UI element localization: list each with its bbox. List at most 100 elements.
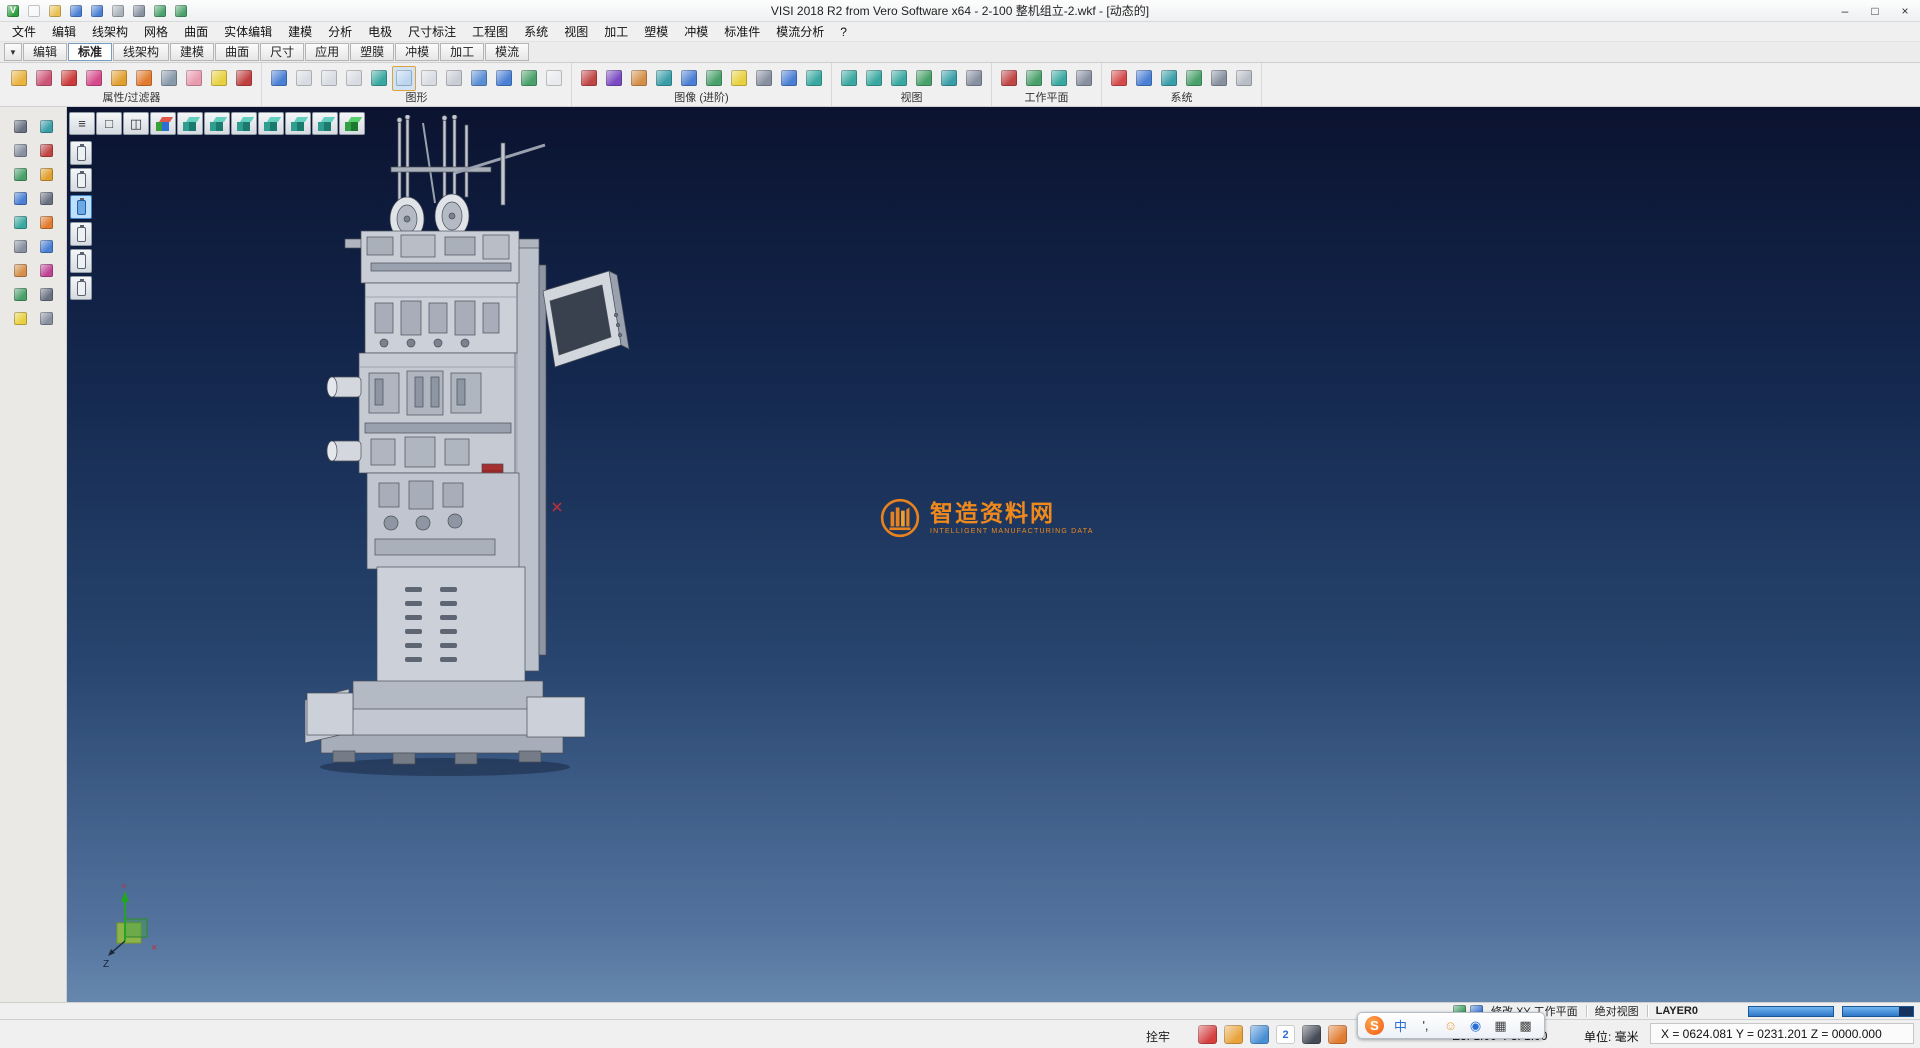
workplane-view-button[interactable]	[1047, 66, 1071, 91]
render-modes-button[interactable]	[602, 66, 626, 91]
settings-tool-button[interactable]	[34, 307, 58, 329]
light-button[interactable]	[727, 66, 751, 91]
material-sphere-button[interactable]	[1232, 66, 1256, 91]
cylinder-2-button[interactable]	[317, 66, 341, 91]
zoom-grid-button[interactable]	[887, 66, 911, 91]
ribbon-tab[interactable]: 尺寸	[260, 43, 304, 61]
palette-button[interactable]	[627, 66, 651, 91]
menu-item[interactable]: 实体编辑	[216, 22, 280, 42]
undo-button[interactable]	[151, 3, 169, 19]
maximize-button[interactable]: □	[1860, 0, 1890, 21]
settings-cube-button[interactable]	[1107, 66, 1131, 91]
compass-tool-button[interactable]	[34, 187, 58, 209]
shadow-button[interactable]	[752, 66, 776, 91]
cylinder-button[interactable]	[292, 66, 316, 91]
type-filter-button[interactable]	[132, 66, 156, 91]
menu-item[interactable]: 视图	[556, 22, 596, 42]
notebook-button[interactable]	[8, 259, 32, 281]
visi-logo[interactable]: V	[4, 3, 22, 19]
menu-item[interactable]: 模流分析	[768, 22, 832, 42]
tray-update-icon[interactable]	[1224, 1025, 1243, 1044]
display-mode-5-button[interactable]	[70, 249, 92, 273]
menu-item[interactable]: 工程图	[464, 22, 516, 42]
globe-button[interactable]	[1157, 66, 1181, 91]
camera-button[interactable]	[652, 66, 676, 91]
ime-mic-button[interactable]: ◉	[1464, 1015, 1487, 1036]
menu-item[interactable]: 曲面	[176, 22, 216, 42]
torus-button[interactable]	[267, 66, 291, 91]
iso-view-cube-button[interactable]	[177, 112, 203, 135]
ribbon-tab[interactable]: 标准	[68, 43, 112, 61]
point-mode-button[interactable]	[392, 66, 416, 91]
help-notes-button[interactable]	[8, 307, 32, 329]
ribbon-tab[interactable]: 编辑	[23, 43, 67, 61]
cylinder-3-button[interactable]	[342, 66, 366, 91]
pencil-edit-button[interactable]	[34, 163, 58, 185]
render-eye-button[interactable]	[577, 66, 601, 91]
save-all-button[interactable]	[88, 3, 106, 19]
eraser-button[interactable]	[182, 66, 206, 91]
ribbon-tab[interactable]: 建模	[170, 43, 214, 61]
checkerboard-button[interactable]	[1207, 66, 1231, 91]
menu-item[interactable]: 尺寸标注	[400, 22, 464, 42]
scissors-trim-button[interactable]	[8, 139, 32, 161]
highlight-filter-button[interactable]	[207, 66, 231, 91]
zoom-window-button[interactable]	[862, 66, 886, 91]
sketch-button[interactable]	[802, 66, 826, 91]
monitor-button[interactable]	[1132, 66, 1156, 91]
menu-item[interactable]: 建模	[280, 22, 320, 42]
mirror-tool-button[interactable]	[8, 235, 32, 257]
shaded-sphere-button[interactable]	[677, 66, 701, 91]
cylinder-4-button[interactable]	[417, 66, 441, 91]
color-filter-button[interactable]	[82, 66, 106, 91]
clear-filter-button[interactable]	[232, 66, 256, 91]
ribbon-tab[interactable]: 应用	[305, 43, 349, 61]
ribbon-tab[interactable]: 模流	[485, 43, 529, 61]
snap-lock-label[interactable]: 拴牢	[1146, 1028, 1170, 1045]
dice-button[interactable]	[542, 66, 566, 91]
layer-book-button[interactable]	[8, 283, 32, 305]
menu-item[interactable]: ?	[832, 22, 855, 42]
menu-item[interactable]: 网格	[136, 22, 176, 42]
tape-measure-button[interactable]	[8, 187, 32, 209]
knife-cut-button[interactable]	[34, 139, 58, 161]
menu-item[interactable]: 分析	[320, 22, 360, 42]
open-file-button[interactable]	[46, 3, 64, 19]
layer-filter-button[interactable]	[107, 66, 131, 91]
edit-pencil-button[interactable]	[157, 66, 181, 91]
tray-package-icon[interactable]	[1328, 1025, 1347, 1044]
move-tool-button[interactable]	[8, 211, 32, 233]
cad-machine-model[interactable]	[305, 115, 665, 795]
menu-item[interactable]: 标准件	[716, 22, 768, 42]
viewport-split-button[interactable]: ◫	[123, 112, 149, 135]
tray-qq-icon[interactable]: 2	[1276, 1025, 1295, 1044]
dynamic-view-button[interactable]	[912, 66, 936, 91]
menu-item[interactable]: 文件	[4, 22, 44, 42]
workplane-axes-button[interactable]	[997, 66, 1021, 91]
new-doc-button[interactable]	[25, 3, 43, 19]
viewport-single-button[interactable]: □	[96, 112, 122, 135]
ribbon-tab[interactable]: 线架构	[113, 43, 169, 61]
ime-emoji-button[interactable]: ☺	[1439, 1015, 1462, 1036]
tray-security-icon[interactable]	[1198, 1025, 1217, 1044]
close-button[interactable]: ×	[1890, 0, 1920, 21]
sogou-logo-icon[interactable]: S	[1365, 1016, 1384, 1035]
menu-item[interactable]: 冲模	[676, 22, 716, 42]
display-mode-3-button[interactable]	[70, 195, 92, 219]
axonometric-cube-button[interactable]	[150, 112, 176, 135]
select-arrow-button[interactable]	[8, 115, 32, 137]
coin-stack-2-button[interactable]	[517, 66, 541, 91]
view-ruler-button[interactable]	[962, 66, 986, 91]
palette-colors-button[interactable]	[34, 259, 58, 281]
ribbon-tab[interactable]: 塑膜	[350, 43, 394, 61]
arrow-view-button[interactable]	[777, 66, 801, 91]
menu-item[interactable]: 加工	[596, 22, 636, 42]
menu-item[interactable]: 线架构	[84, 22, 136, 42]
menu-item[interactable]: 塑模	[636, 22, 676, 42]
ribbon-tab[interactable]: 加工	[440, 43, 484, 61]
coin-stack-button[interactable]	[492, 66, 516, 91]
tray-network-icon[interactable]	[1250, 1025, 1269, 1044]
view-eye-button[interactable]	[937, 66, 961, 91]
display-mode-1-button[interactable]	[70, 141, 92, 165]
view-mode-label[interactable]: 绝对视图	[1595, 1003, 1639, 1019]
